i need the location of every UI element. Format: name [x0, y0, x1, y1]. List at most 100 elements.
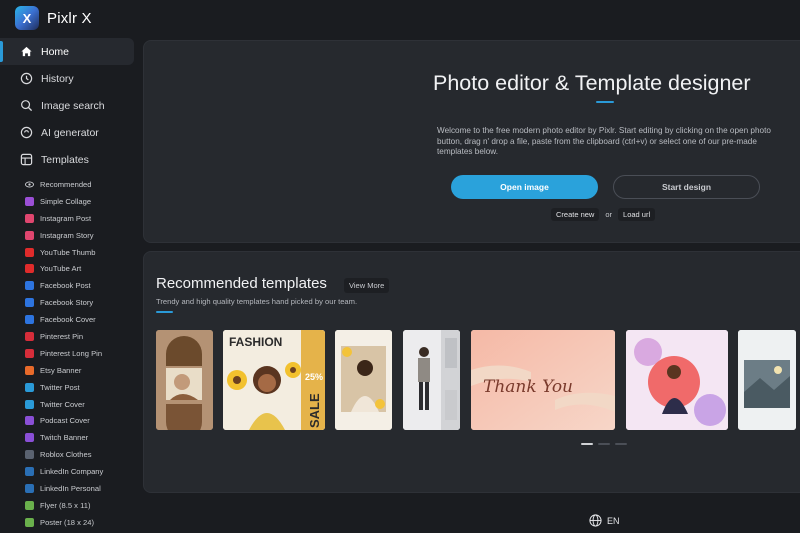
- nav-label: Templates: [41, 153, 89, 166]
- collage-icon: [25, 196, 34, 206]
- recommended-subtitle: Trendy and high quality templates hand p…: [156, 297, 358, 306]
- nav-item-ai-generator[interactable]: AI generator: [0, 119, 140, 146]
- template-item-label: Roblox Clothes: [40, 450, 92, 460]
- etsy-icon: [25, 365, 34, 375]
- template-item-label: LinkedIn Personal: [40, 483, 101, 493]
- template-item-podcast-cover[interactable]: Podcast Cover: [0, 412, 140, 429]
- carousel-dot[interactable]: [581, 443, 593, 445]
- recommended-panel: Recommended templates View More Trendy a…: [143, 251, 800, 493]
- template-item-flyer-8-5-x-11[interactable]: Flyer (8.5 x 11): [0, 497, 140, 514]
- template-card-fashion-sale[interactable]: FASHION 25% SALE: [223, 330, 325, 430]
- twitter-icon: [25, 399, 34, 409]
- template-item-label: Pinterest Long Pin: [40, 348, 103, 358]
- template-card-street[interactable]: [403, 330, 460, 430]
- open-image-button[interactable]: Open image: [451, 175, 598, 199]
- linkedin-icon: [25, 483, 34, 493]
- template-item-label: Twitter Cover: [40, 399, 85, 409]
- twitter-icon: [25, 382, 34, 392]
- twitch-icon: [25, 433, 34, 443]
- globe-icon: [589, 514, 602, 527]
- template-item-instagram-post[interactable]: Instagram Post: [0, 210, 140, 227]
- quick-actions: Create new or Load url: [551, 208, 656, 221]
- recommended-underline: [156, 311, 173, 313]
- template-item-label: YouTube Art: [40, 264, 82, 274]
- template-item-facebook-post[interactable]: Facebook Post: [0, 277, 140, 294]
- percent-text: 25%: [305, 372, 323, 382]
- app-name: Pixlr X: [47, 9, 92, 27]
- template-item-pinterest-long-pin[interactable]: Pinterest Long Pin: [0, 345, 140, 362]
- template-item-twitter-post[interactable]: Twitter Post: [0, 379, 140, 396]
- create-new-button[interactable]: Create new: [551, 208, 600, 221]
- recommended-title: Recommended templates: [156, 275, 327, 292]
- templates-icon: [20, 153, 33, 166]
- load-url-button[interactable]: Load url: [618, 208, 656, 221]
- template-item-label: Pinterest Pin: [40, 331, 84, 341]
- template-item-youtube-thumb[interactable]: YouTube Thumb: [0, 244, 140, 261]
- or-label: or: [605, 210, 613, 219]
- templates-list: Recommended Simple Collage Instagram Post I…: [0, 176, 140, 531]
- nav-item-history[interactable]: History: [0, 65, 140, 92]
- template-item-label: Instagram Story: [40, 230, 94, 240]
- template-item-facebook-story[interactable]: Facebook Story: [0, 294, 140, 311]
- facebook-icon: [25, 281, 34, 291]
- pixlr-logo-icon: X: [15, 6, 39, 30]
- template-card-thank-you[interactable]: Thank You: [471, 330, 615, 430]
- template-item-label: Twitch Banner: [40, 433, 89, 443]
- template-item-label: Facebook Story: [40, 298, 94, 308]
- template-item-label: Simple Collage: [40, 196, 92, 206]
- nav-item-home[interactable]: Home: [0, 38, 134, 65]
- template-item-etsy-banner[interactable]: Etsy Banner: [0, 362, 140, 379]
- nav-label: Image search: [41, 99, 105, 112]
- template-card-arches[interactable]: [156, 330, 213, 430]
- language-selector[interactable]: EN: [589, 514, 620, 527]
- view-more-button[interactable]: View More: [344, 278, 390, 293]
- template-card-landscape[interactable]: [738, 330, 796, 430]
- template-item-label: Flyer (8.5 x 11): [40, 500, 91, 510]
- carousel-dot[interactable]: [615, 443, 627, 445]
- template-item-roblox-clothes[interactable]: Roblox Clothes: [0, 446, 140, 463]
- nav-label: Home: [41, 45, 70, 58]
- pinterest-icon: [25, 348, 34, 358]
- fashion-text: FASHION: [229, 335, 282, 349]
- app-logo[interactable]: X Pixlr X: [15, 6, 92, 30]
- history-icon: [20, 72, 33, 85]
- nav-label: History: [41, 72, 74, 85]
- thank-you-text: Thank You: [483, 377, 573, 397]
- template-item-label: LinkedIn Company: [40, 467, 104, 477]
- template-item-recommended[interactable]: Recommended: [0, 176, 140, 193]
- hero-title: Photo editor & Template designer: [433, 71, 751, 95]
- template-item-label: Poster (18 x 24): [40, 517, 95, 527]
- poster-icon: [25, 517, 34, 527]
- home-icon: [20, 45, 33, 58]
- facebook-icon: [25, 315, 34, 325]
- template-item-facebook-cover[interactable]: Facebook Cover: [0, 311, 140, 328]
- template-item-linkedin-company[interactable]: LinkedIn Company: [0, 463, 140, 480]
- linkedin-icon: [25, 467, 34, 477]
- sale-text: SALE: [307, 393, 322, 428]
- template-item-poster-18-x-24[interactable]: Poster (18 x 24): [0, 514, 140, 531]
- youtube-icon: [25, 264, 34, 274]
- flyer-icon: [25, 500, 34, 510]
- template-item-simple-collage[interactable]: Simple Collage: [0, 193, 140, 210]
- template-item-instagram-story[interactable]: Instagram Story: [0, 227, 140, 244]
- template-item-twitch-banner[interactable]: Twitch Banner: [0, 429, 140, 446]
- template-item-label: Recommended: [40, 179, 92, 189]
- template-item-youtube-art[interactable]: YouTube Art: [0, 260, 140, 277]
- start-design-button[interactable]: Start design: [613, 175, 760, 199]
- template-card-collection[interactable]: [626, 330, 728, 430]
- template-item-twitter-cover[interactable]: Twitter Cover: [0, 396, 140, 413]
- template-item-linkedin-personal[interactable]: LinkedIn Personal: [0, 480, 140, 497]
- template-item-label: YouTube Thumb: [40, 247, 96, 257]
- carousel-dot[interactable]: [598, 443, 610, 445]
- language-label: EN: [607, 515, 620, 526]
- template-item-pinterest-pin[interactable]: Pinterest Pin: [0, 328, 140, 345]
- template-card-sunflower[interactable]: [335, 330, 392, 430]
- facebook-icon: [25, 298, 34, 308]
- eye-icon: [25, 180, 34, 189]
- nav-item-image-search[interactable]: Image search: [0, 92, 140, 119]
- nav-item-templates[interactable]: Templates: [0, 146, 140, 173]
- template-item-label: Instagram Post: [40, 213, 92, 223]
- roblox-icon: [25, 450, 34, 460]
- carousel-dots: [581, 443, 627, 445]
- template-item-label: Etsy Banner: [40, 365, 82, 375]
